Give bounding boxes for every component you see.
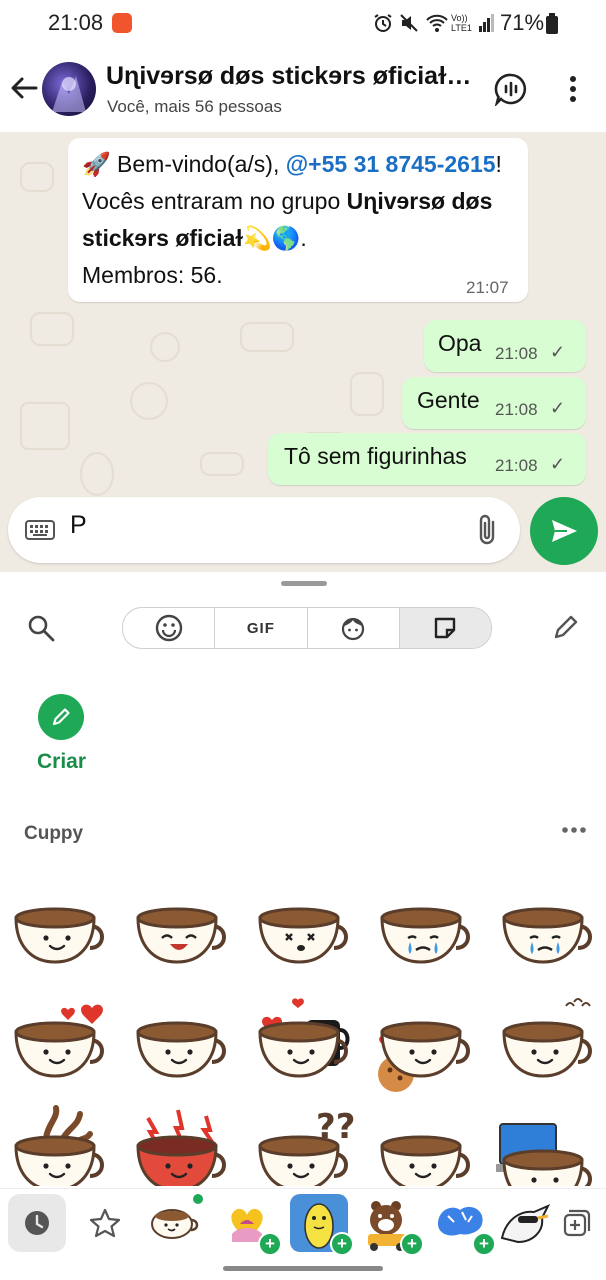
sticker-cry[interactable] xyxy=(372,876,476,980)
keyboard-icon[interactable] xyxy=(24,515,56,545)
pencil-icon xyxy=(52,708,70,726)
sent-check-icon: ✓ xyxy=(550,342,566,362)
more-options-icon[interactable] xyxy=(558,72,588,106)
tab-gif[interactable]: GIF xyxy=(215,608,308,648)
tray-pack-bird[interactable] xyxy=(496,1194,554,1252)
tray-pack-character[interactable]: + xyxy=(290,1194,354,1256)
gif-label: GIF xyxy=(246,619,275,637)
sticker-smile[interactable] xyxy=(6,876,110,980)
favorites-star-icon[interactable] xyxy=(88,1206,122,1240)
panel-drag-handle[interactable] xyxy=(281,581,327,586)
tray-pack-blue-hands[interactable]: + xyxy=(432,1194,496,1256)
tray-pack-heart-hand[interactable]: + xyxy=(218,1194,282,1256)
new-badge xyxy=(193,1194,203,1204)
mute-icon xyxy=(398,12,420,34)
sent-check-icon: ✓ xyxy=(550,398,566,418)
sticker-splash[interactable] xyxy=(6,1104,110,1186)
sticker-thinking[interactable]: ?? xyxy=(250,1104,354,1186)
sticker-heart[interactable] xyxy=(6,990,110,1094)
sticker-weep[interactable] xyxy=(494,876,598,980)
status-time: 21:08 xyxy=(48,10,104,35)
message-input[interactable]: P xyxy=(70,511,87,540)
tab-avatar[interactable] xyxy=(308,608,400,648)
tab-emoji[interactable] xyxy=(123,608,216,648)
group-title[interactable]: Uɳivɘrsø døs stickɘrs øficiaɫ… xyxy=(106,62,486,91)
sticker-friends[interactable] xyxy=(250,990,354,1094)
panel-tabs: GIF xyxy=(122,607,492,649)
message-text: Gente xyxy=(417,387,480,413)
app-notification-icon xyxy=(112,13,132,33)
voice-chat-icon[interactable] xyxy=(494,72,528,108)
sticker-laugh[interactable] xyxy=(128,876,232,980)
sticker-sad[interactable] xyxy=(494,990,598,1094)
mention-link[interactable]: @+55 31 8745-2615 xyxy=(286,151,496,177)
tray-pack-bear[interactable]: + xyxy=(360,1194,424,1256)
send-button[interactable] xyxy=(530,497,598,565)
sent-check-icon: ✓ xyxy=(550,454,566,474)
emoji-icon xyxy=(155,614,182,642)
add-pack-badge: + xyxy=(472,1232,496,1256)
message-text: Opa xyxy=(438,330,482,356)
tab-sticker[interactable] xyxy=(399,608,491,648)
create-label[interactable]: Criar xyxy=(37,750,86,774)
attach-icon[interactable] xyxy=(474,512,502,548)
group-avatar[interactable] xyxy=(42,62,96,116)
edit-pencil-icon[interactable] xyxy=(550,613,580,643)
tray-pack-cuppy[interactable] xyxy=(145,1194,203,1252)
add-pack-badge: + xyxy=(258,1232,282,1256)
sticker-laptop[interactable] xyxy=(494,1104,598,1186)
battery-level: 71% xyxy=(500,10,545,35)
sticker-rainbow[interactable] xyxy=(372,1104,476,1186)
send-icon xyxy=(552,520,577,542)
search-icon[interactable] xyxy=(26,613,56,643)
battery-icon xyxy=(546,13,558,34)
globe-icon: 🌎 xyxy=(271,225,301,251)
sticker-cookie[interactable] xyxy=(372,990,476,1094)
network-label: Vo)) LTE1 xyxy=(451,13,472,33)
sticker-heartbreak[interactable] xyxy=(128,990,232,1094)
message-time: 21:07 xyxy=(466,278,509,297)
rocket-icon: 🚀 xyxy=(82,151,111,177)
message-time: 21:08 xyxy=(495,344,538,363)
welcome-suffix: . xyxy=(300,225,307,251)
sticker-pack-name: Cuppy xyxy=(24,823,84,844)
shooting-star-icon: 💫 xyxy=(243,225,272,251)
back-arrow-icon[interactable] xyxy=(8,72,40,104)
sticker-angry[interactable] xyxy=(128,1104,232,1186)
home-indicator[interactable] xyxy=(223,1266,383,1271)
sticker-icon xyxy=(435,617,456,639)
recent-stickers-tab[interactable] xyxy=(8,1194,66,1252)
wifi-icon xyxy=(424,12,450,34)
add-sticker-pack-icon[interactable] xyxy=(562,1208,592,1238)
message-time: 21:08 xyxy=(495,456,538,475)
message-text: Tô sem figurinhas xyxy=(284,443,467,469)
add-pack-badge: + xyxy=(400,1232,424,1256)
sticker-dizzy[interactable] xyxy=(250,876,354,980)
clock-icon xyxy=(25,1211,49,1235)
alarm-icon xyxy=(372,12,394,34)
welcome-prefix: Bem-vindo(a/s), xyxy=(110,151,286,177)
add-pack-badge: + xyxy=(330,1232,354,1256)
create-sticker-button[interactable] xyxy=(38,694,84,740)
welcome-members: Membros: 56. xyxy=(82,262,223,288)
signal-icon xyxy=(478,12,496,34)
avatar-icon xyxy=(342,617,365,641)
group-subtitle[interactable]: Você, mais 56 pessoas xyxy=(107,97,282,117)
pack-more-icon[interactable] xyxy=(560,820,588,840)
welcome-message-text: 🚀 Bem-vindo(a/s), @+55 31 8745-2615! Voc… xyxy=(82,146,518,294)
message-time: 21:08 xyxy=(495,400,538,419)
